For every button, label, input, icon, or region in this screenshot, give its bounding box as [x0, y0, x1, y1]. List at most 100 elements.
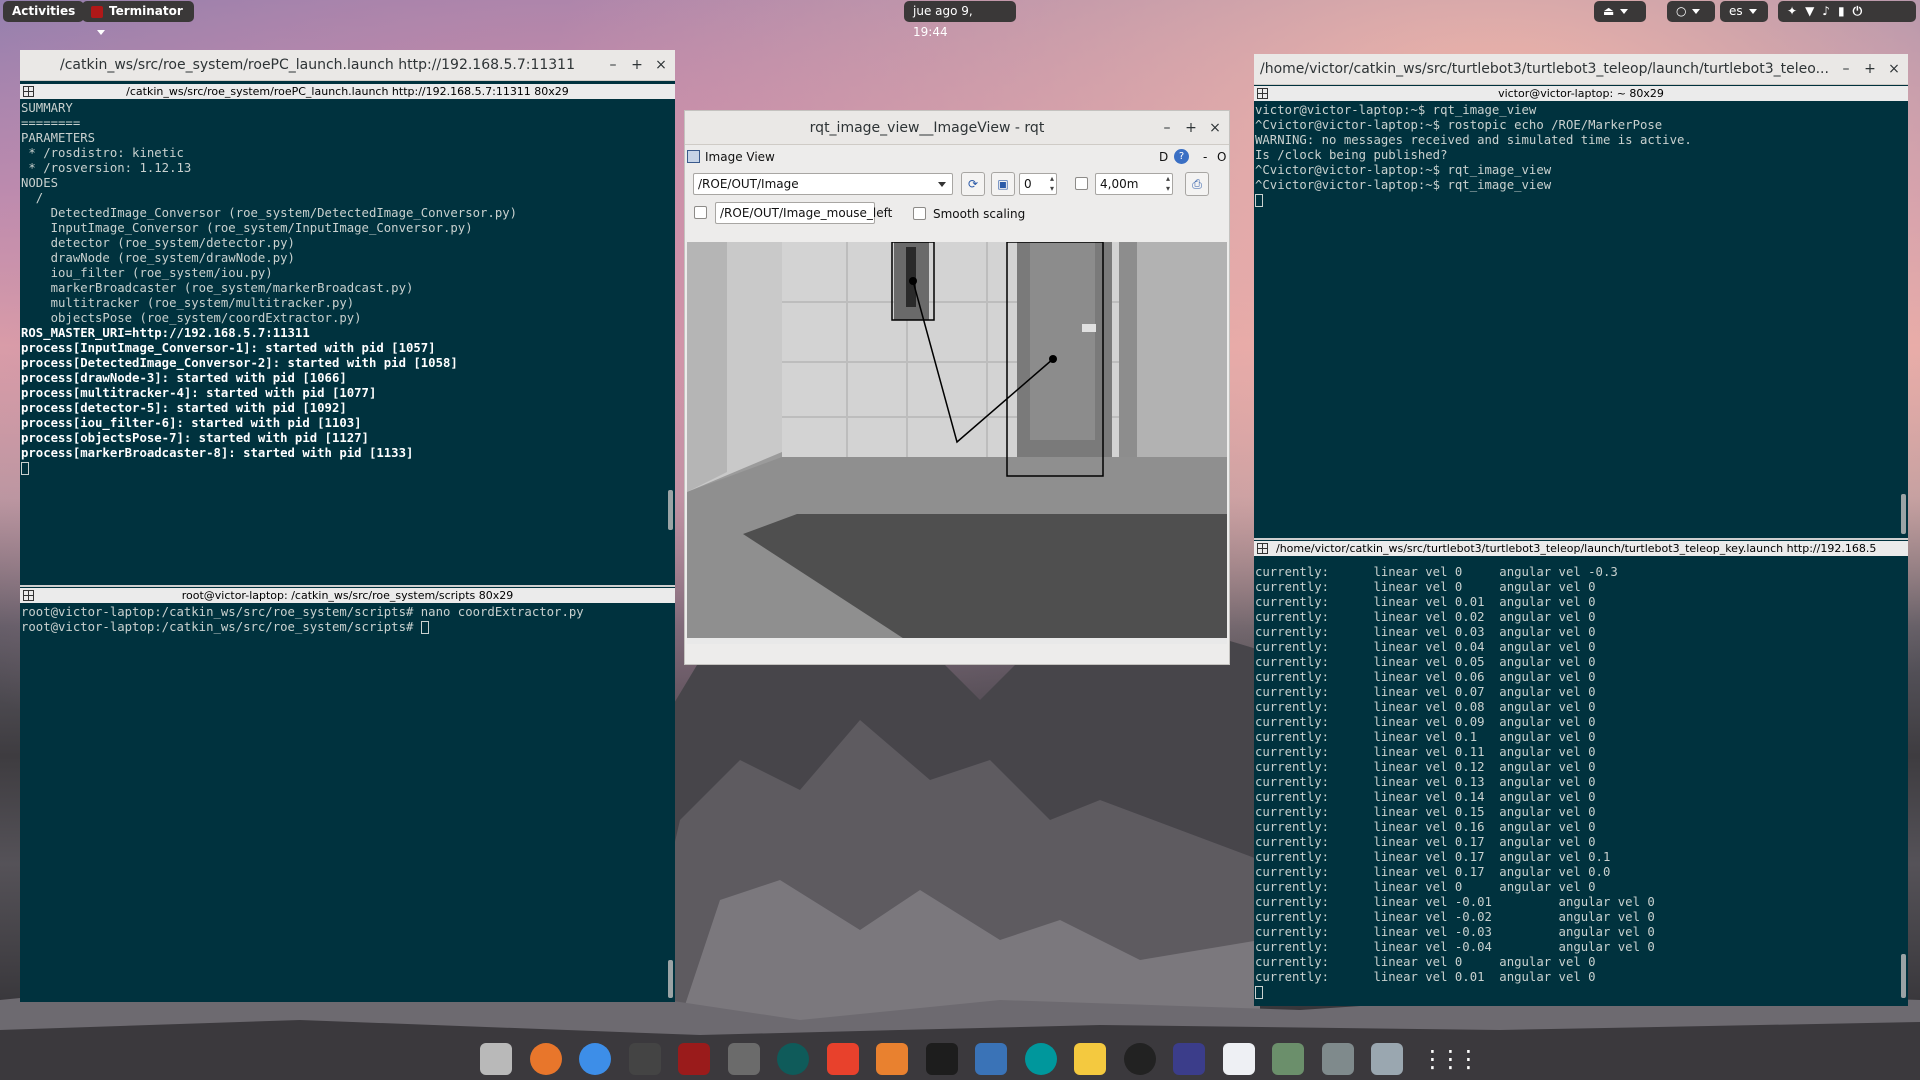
window-titlebar[interactable]: /catkin_ws/src/roe_system/roePC_launch.l…: [20, 50, 675, 81]
scrollbar[interactable]: [668, 490, 673, 530]
chrome-icon[interactable]: [579, 1043, 611, 1075]
apps-grid-icon[interactable]: ⋮⋮⋮: [1421, 1043, 1481, 1075]
pane-divider[interactable]: [20, 585, 675, 587]
scrollbar[interactable]: [1901, 954, 1906, 998]
terminal-output-top[interactable]: victor@victor-laptop:~$ rqt_image_view ^C…: [1254, 103, 1898, 533]
range-spinbox[interactable]: 4,00m ▴ ▾: [1095, 173, 1173, 195]
status-menu[interactable]: ○: [1667, 1, 1715, 22]
terminal-output-top[interactable]: SUMMARY ======== PARAMETERS * /rosdistro: …: [20, 101, 665, 583]
window-title: /home/victor/catkin_ws/src/turtlebot3/tu…: [1260, 61, 1829, 77]
dock-header: Image View D ? - O: [685, 146, 1229, 168]
terminal-line: currently: linear vel 0.05 angular vel 0: [1255, 655, 1596, 669]
display-icon[interactable]: [1371, 1043, 1403, 1075]
terminal-line: currently: linear vel 0.17 angular vel 0…: [1255, 850, 1611, 864]
help-icon[interactable]: ?: [1174, 149, 1189, 164]
terminal-line: currently: linear vel 0.14 angular vel 0: [1255, 790, 1596, 804]
dock: ⋮⋮⋮: [460, 1034, 1481, 1080]
pane-titlebar-bottom[interactable]: root@victor-laptop: /catkin_ws/src/roe_s…: [20, 588, 675, 603]
terminator-grid-icon[interactable]: [1257, 88, 1268, 99]
calculator-icon[interactable]: [1272, 1043, 1304, 1075]
pane-titlebar-top[interactable]: victor@victor-laptop: ~ 80x29: [1254, 86, 1908, 101]
save-image-button[interactable]: ⎙: [1185, 172, 1209, 196]
scrollbar[interactable]: [1901, 494, 1906, 534]
maximize-icon[interactable]: +: [627, 50, 647, 81]
terminal-icon[interactable]: [628, 1043, 661, 1075]
dock-title: Image View: [705, 150, 775, 164]
files-icon[interactable]: [480, 1043, 512, 1075]
dock-close-icon[interactable]: O: [1217, 146, 1226, 168]
headphones-icon[interactable]: [1173, 1043, 1205, 1075]
zoom-button[interactable]: ▣: [991, 172, 1015, 196]
close-icon[interactable]: ×: [1205, 111, 1225, 145]
updates-menu[interactable]: ⏏: [1594, 1, 1646, 22]
publish-mouse-checkbox[interactable]: [694, 206, 707, 219]
range-checkbox[interactable]: [1075, 177, 1088, 190]
firefox-icon[interactable]: [529, 1043, 562, 1075]
pane-titlebar-top[interactable]: /catkin_ws/src/roe_system/roePC_launch.l…: [20, 84, 675, 99]
activities-button[interactable]: Activities: [3, 1, 85, 22]
pycharm-icon[interactable]: [925, 1043, 958, 1075]
maximize-icon[interactable]: +: [1181, 111, 1201, 145]
refresh-topics-button[interactable]: ⟳: [961, 172, 985, 196]
terminal-line: currently: linear vel 0.06 angular vel 0: [1255, 670, 1596, 684]
arduino-icon[interactable]: [1024, 1043, 1057, 1075]
terminal-line: currently: linear vel 0.17 angular vel 0…: [1255, 865, 1611, 879]
maximize-icon[interactable]: +: [1860, 54, 1880, 85]
terminator-grid-icon[interactable]: [23, 590, 34, 601]
terminal-output-bottom[interactable]: root@victor-laptop:/catkin_ws/src/roe_sy…: [20, 605, 665, 995]
clock-button[interactable]: jue ago 9, 19:44: [904, 1, 1016, 39]
sublime-icon[interactable]: [727, 1043, 760, 1075]
window-title: /catkin_ws/src/roe_system/roePC_launch.l…: [60, 57, 575, 73]
pane-divider[interactable]: [1254, 538, 1908, 540]
dock-d-button[interactable]: D: [1159, 146, 1168, 168]
close-icon[interactable]: ×: [651, 50, 671, 81]
gitkraken-icon[interactable]: [777, 1043, 809, 1075]
mail-icon[interactable]: [1074, 1043, 1106, 1075]
terminal-line: victor@victor-laptop:~$ rqt_image_view: [1255, 103, 1537, 117]
screenshot-icon[interactable]: [1321, 1043, 1354, 1075]
mouse-topic-input[interactable]: /ROE/OUT/Image_mouse_left: [715, 202, 892, 224]
terminal-line: ^Cvictor@victor-laptop:~$ rostopic echo …: [1255, 118, 1663, 132]
rhythmbox-icon[interactable]: [1123, 1043, 1156, 1075]
app-menu-button[interactable]: Terminator: [82, 1, 194, 35]
terminal-line: NODES: [21, 176, 59, 190]
terminator-grid-icon[interactable]: [1257, 543, 1268, 554]
terminal-line: currently: linear vel 0.02 angular vel 0: [1255, 610, 1596, 624]
terminal-line: process[markerBroadcaster-8]: started wi…: [21, 446, 414, 460]
rqt-window[interactable]: rqt_image_view__ImageView - rqt – + × Im…: [684, 110, 1230, 665]
git-icon[interactable]: [826, 1043, 859, 1075]
minimize-icon[interactable]: –: [1836, 54, 1856, 85]
pane-titlebar-bottom[interactable]: /home/victor/catkin_ws/src/turtlebot3/tu…: [1254, 541, 1908, 556]
wireshark-icon[interactable]: [975, 1043, 1007, 1075]
minimize-icon[interactable]: –: [1157, 111, 1177, 145]
terminator-icon[interactable]: [678, 1043, 710, 1075]
terminator-window-left[interactable]: /catkin_ws/src/roe_system/roePC_launch.l…: [20, 50, 675, 1002]
terminal-line: currently: linear vel 0.1 angular vel 0: [1255, 730, 1596, 744]
terminator-window-right[interactable]: /home/victor/catkin_ws/src/turtlebot3/tu…: [1254, 54, 1908, 1006]
topic-select[interactable]: /ROE/OUT/Image: [693, 173, 953, 195]
close-icon[interactable]: ×: [1884, 54, 1904, 85]
terminator-grid-icon[interactable]: [23, 86, 34, 97]
terminal-line: ^Cvictor@victor-laptop:~$ rqt_image_view: [1255, 178, 1552, 192]
terminal-line: PARAMETERS: [21, 131, 96, 145]
terminal-output-bottom[interactable]: currently: linear vel 0 angular vel -0.3…: [1254, 565, 1898, 1003]
terminal-line: currently: linear vel 0.08 angular vel 0: [1255, 700, 1596, 714]
terminal-line: currently: linear vel 0.15 angular vel 0: [1255, 805, 1596, 819]
dock-minimize-icon[interactable]: -: [1203, 146, 1207, 168]
terminal-line: * /rosdistro: kinetic: [21, 146, 184, 160]
pane-title: /catkin_ws/src/roe_system/roePC_launch.l…: [126, 85, 569, 98]
language-menu[interactable]: es: [1720, 1, 1768, 22]
window-titlebar[interactable]: rqt_image_view__ImageView - rqt – + ×: [685, 111, 1229, 145]
scrollbar[interactable]: [668, 960, 673, 998]
minimize-icon[interactable]: –: [603, 50, 623, 81]
matlab-icon[interactable]: [876, 1043, 908, 1075]
camera-image[interactable]: [687, 242, 1227, 644]
terminal-line: currently: linear vel -0.03 angular vel …: [1255, 925, 1655, 939]
system-menu[interactable]: ✦▼♪▮⏻: [1778, 1, 1916, 22]
value-spinbox[interactable]: 0 ▴ ▾: [1019, 173, 1057, 195]
window-titlebar[interactable]: /home/victor/catkin_ws/src/turtlebot3/tu…: [1254, 54, 1908, 85]
document-icon[interactable]: [1222, 1043, 1255, 1075]
smooth-scaling-checkbox[interactable]: [913, 207, 926, 220]
terminal-line: ROS_MASTER_URI=http://192.168.5.7:11311: [21, 326, 310, 340]
circle-icon: ○: [1676, 4, 1687, 18]
